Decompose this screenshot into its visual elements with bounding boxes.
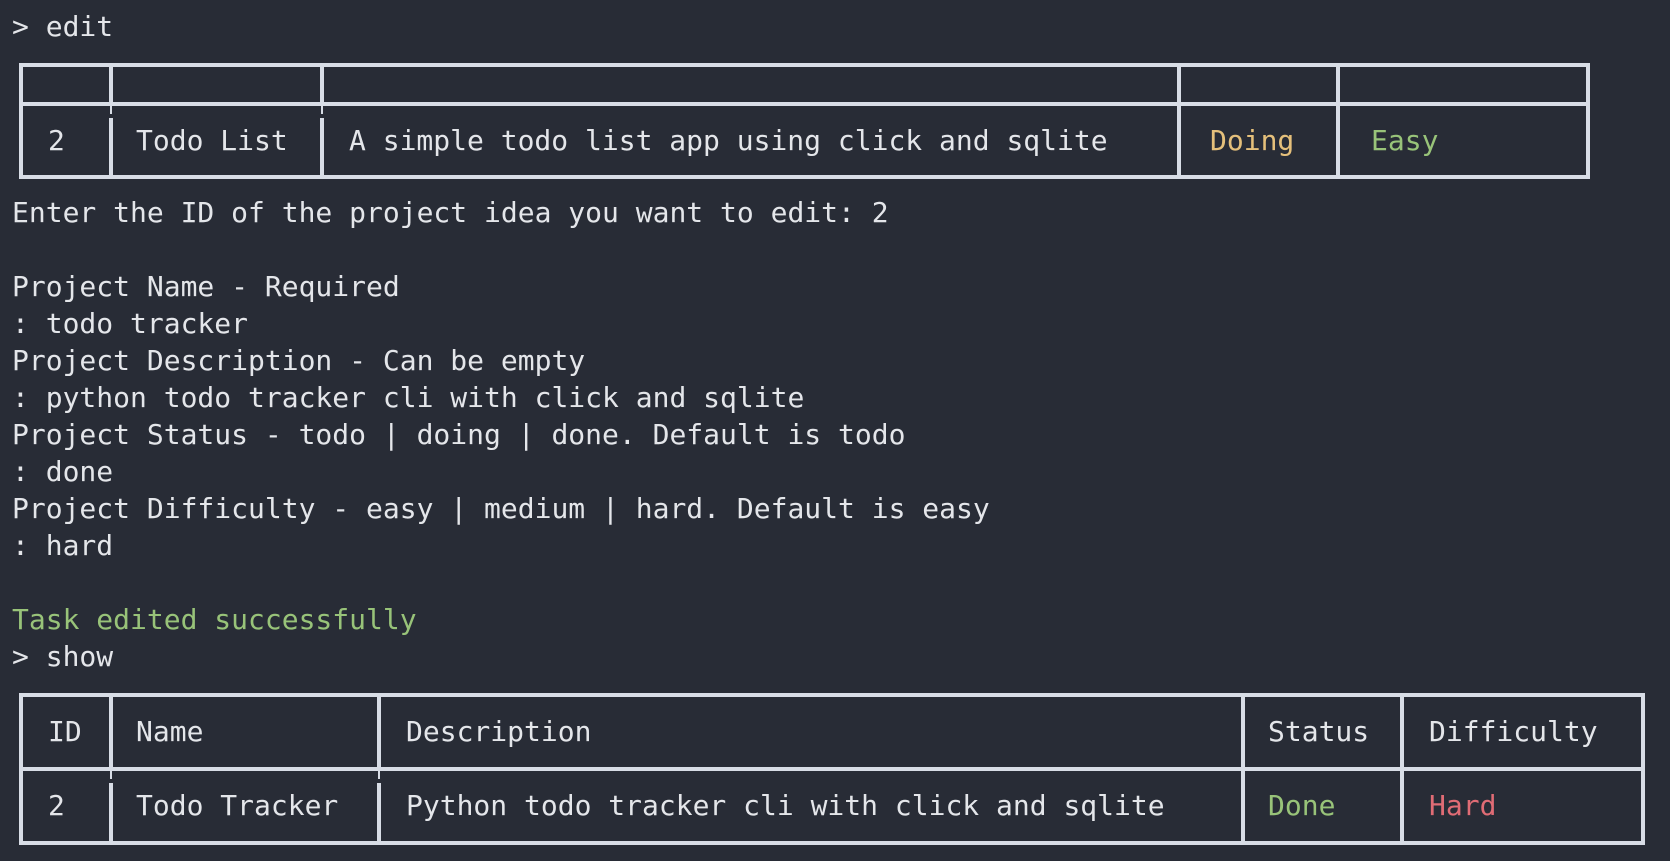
column-divider	[1400, 771, 1404, 841]
header-difficulty: Difficulty	[1429, 715, 1598, 748]
column-divider-dash	[110, 771, 112, 779]
label-project-name: Project Name - Required	[12, 270, 400, 303]
success-message: Task edited successfully	[12, 603, 417, 636]
terminal-window[interactable]: > edit 2 Todo List A simple todo list ap…	[0, 0, 1670, 861]
project-table-after: ID Name Description Status Difficulty 2 …	[19, 693, 1645, 845]
column-divider	[109, 697, 113, 767]
column-divider	[109, 118, 113, 175]
command-show: > show	[12, 640, 114, 673]
column-divider	[1336, 67, 1340, 102]
column-divider	[1241, 697, 1245, 767]
header-description: Description	[406, 715, 592, 748]
column-divider	[1336, 106, 1340, 175]
label-project-difficulty: Project Difficulty - easy | medium | har…	[12, 492, 990, 525]
input-project-difficulty[interactable]: : hard	[12, 527, 113, 564]
cell-difficulty: Hard	[1429, 789, 1497, 822]
cell-name: Todo Tracker	[136, 789, 339, 822]
prompt-enter-id: Enter the ID of the project idea you wan…	[12, 196, 889, 229]
column-divider	[377, 783, 381, 841]
cell-status: Done	[1268, 789, 1336, 822]
cell-id: 2	[48, 789, 65, 822]
cell-id: 2	[48, 123, 65, 157]
header-id	[23, 67, 111, 102]
column-divider	[320, 118, 324, 175]
table-header-row	[23, 67, 1586, 102]
column-divider-dash	[110, 106, 112, 114]
table-row: 2 Todo List A simple todo list app using…	[23, 106, 1586, 175]
header-id: ID	[48, 715, 82, 748]
header-name: Name	[136, 715, 204, 748]
label-project-description: Project Description - Can be empty	[12, 344, 586, 377]
column-divider	[109, 67, 113, 102]
cell-status: Doing	[1210, 123, 1295, 157]
column-divider	[377, 697, 381, 767]
column-divider	[1177, 67, 1181, 102]
input-project-name[interactable]: : todo tracker	[12, 305, 248, 342]
cell-name: Todo List	[136, 123, 288, 157]
column-divider	[109, 783, 113, 841]
cell-description: Python todo tracker cli with click and s…	[406, 789, 1165, 822]
project-table-before: 2 Todo List A simple todo list app using…	[19, 63, 1590, 179]
command-edit: > edit	[12, 10, 114, 43]
cell-difficulty: Easy	[1371, 123, 1439, 157]
column-divider	[1241, 771, 1245, 841]
header-difficulty	[1346, 67, 1586, 102]
column-divider-dash	[321, 106, 323, 114]
table-header-row: ID Name Description Status Difficulty	[23, 697, 1641, 767]
column-divider	[1177, 106, 1181, 175]
table-row: 2 Todo Tracker Python todo tracker cli w…	[23, 771, 1641, 841]
header-status	[1185, 67, 1346, 102]
header-description	[324, 67, 1185, 102]
column-divider	[1400, 697, 1404, 767]
column-divider-dash	[378, 771, 380, 779]
input-project-description[interactable]: : python todo tracker cli with click and…	[12, 379, 804, 416]
header-status: Status	[1268, 715, 1370, 748]
input-project-status[interactable]: : done	[12, 453, 113, 490]
header-name	[111, 67, 324, 102]
column-divider	[320, 67, 324, 102]
cell-description: A simple todo list app using click and s…	[349, 123, 1108, 157]
label-project-status: Project Status - todo | doing | done. De…	[12, 418, 906, 451]
